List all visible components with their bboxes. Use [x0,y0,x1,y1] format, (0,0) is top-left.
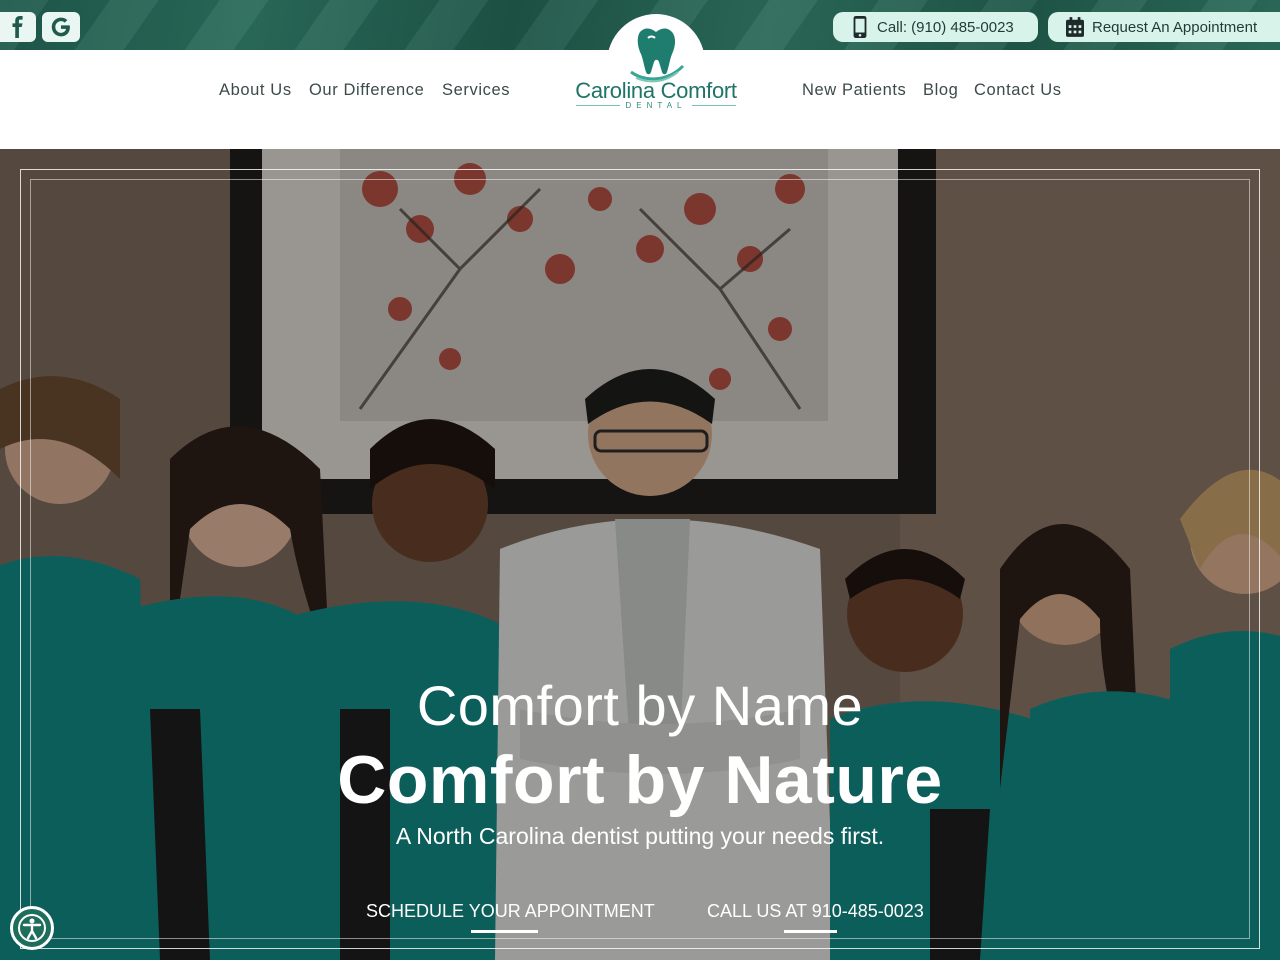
request-appointment-button[interactable]: Request An Appointment [1048,12,1280,42]
nav-contact-us[interactable]: Contact Us [974,81,1062,100]
logo-sub: DENTAL [566,101,746,110]
nav-new-patients[interactable]: New Patients [802,81,906,100]
nav-our-difference[interactable]: Our Difference [309,81,424,100]
nav-about-us[interactable]: About Us [219,81,292,100]
call-underline [784,930,837,933]
phone-icon [853,16,867,38]
accessibility-button[interactable] [10,906,54,950]
schedule-appointment-link[interactable]: SCHEDULE YOUR APPOINTMENT [366,901,655,922]
nav-services[interactable]: Services [442,81,510,100]
facebook-link[interactable] [0,12,36,42]
appointment-label: Request An Appointment [1092,18,1258,36]
calendar-icon [1066,17,1084,37]
schedule-underline [471,930,538,933]
hero-heading-line1: Comfort by Name [416,674,864,737]
nav-blog[interactable]: Blog [923,81,958,100]
google-link[interactable] [42,12,80,42]
call-label: Call: (910) 485-0023 [877,18,1014,36]
hero-heading-line2: Comfort by Nature [337,742,943,818]
call-button[interactable]: Call: (910) 485-0023 [833,12,1038,42]
facebook-icon [12,16,23,38]
hero-section: Comfort by Name Comfort by Nature A Nort… [0,149,1280,960]
hero-tagline: A North Carolina dentist putting your ne… [395,823,885,849]
google-icon [51,17,70,37]
site-header: About Us Our Difference Services New Pat… [0,14,1280,149]
call-us-link[interactable]: CALL US AT 910-485-0023 [707,901,924,922]
accessibility-icon [18,914,46,942]
